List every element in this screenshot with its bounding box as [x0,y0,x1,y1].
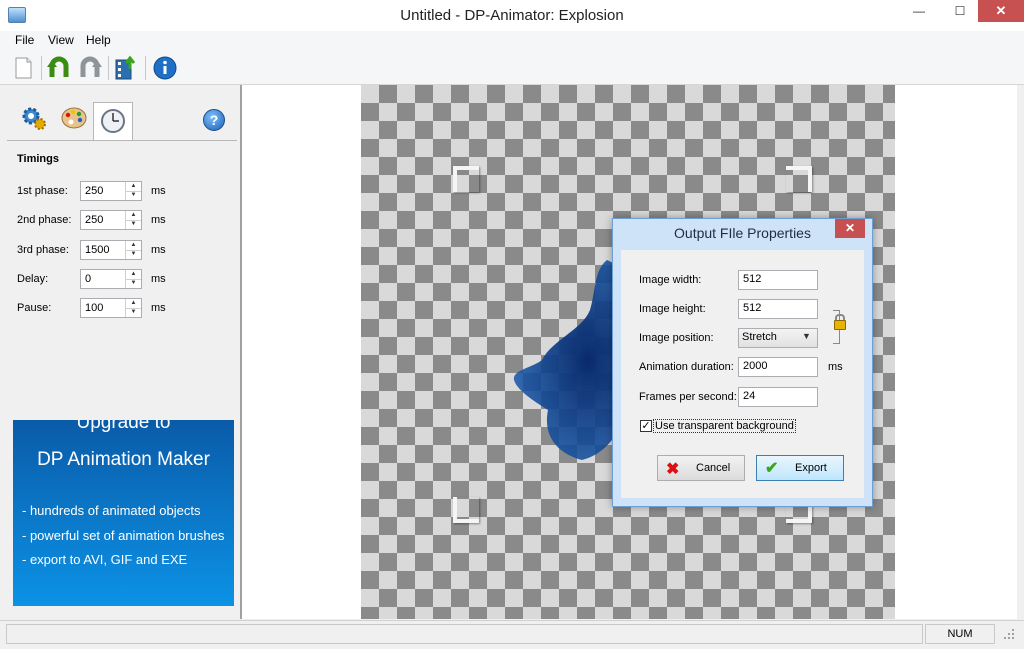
spinner-down-icon[interactable]: ▼ [126,250,141,259]
animation-duration-input[interactable]: 2000 [738,357,818,377]
tab-divider [7,140,237,141]
dialog-body: Image width: 512 Image height: 512 Image… [621,250,864,498]
image-width-input[interactable]: 512 [738,270,818,290]
3rd-phase-input[interactable] [81,241,129,259]
image-width-label: Image width: [639,274,702,286]
spinner-down-icon[interactable]: ▼ [126,279,141,288]
cancel-button[interactable]: ✖ Cancel [657,455,745,481]
resize-grip-icon[interactable] [1002,627,1016,641]
window-title: Untitled - DP-Animator: Explosion [400,7,624,24]
image-height-label: Image height: [639,303,706,315]
film-export-icon [115,55,136,80]
unit-label: ms [151,185,166,197]
2nd-phase-input[interactable] [81,211,129,229]
tab-settings[interactable] [19,103,57,137]
banner-feature: - export to AVI, GIF and EXE [22,552,188,567]
redo-button[interactable] [77,55,103,81]
banner-feature: - powerful set of animation brushes [22,528,225,543]
fps-input[interactable]: 24 [738,387,818,407]
dialog-close-button[interactable]: ✕ [835,219,865,238]
cancel-x-icon: ✖ [666,461,680,478]
dialog-title: Output FIle Properties [674,225,811,241]
section-title: Timings [17,153,59,165]
title-bar: Untitled - DP-Animator: Explosion — ☐ ✕ [0,0,1024,32]
pause-spinner[interactable]: ▲▼ [80,298,142,318]
1st-phase-spinner[interactable]: ▲▼ [80,181,142,201]
toolbar-separator [108,56,109,80]
unit-label: ms [151,244,166,256]
1st-phase-input[interactable] [81,182,129,200]
toolbar-separator [145,56,146,80]
unit-label: ms [151,302,166,314]
checkmark-icon: ✔ [765,460,779,477]
undo-button[interactable] [46,55,72,81]
3rd-phase-spinner[interactable]: ▲▼ [80,240,142,260]
row-label-delay: Delay: [17,273,49,285]
export-label: Export [795,462,827,474]
redo-icon [80,56,102,77]
settings-panel: ? Timings 1st phase: ▲▼ ms 2nd phase: ▲▼… [7,85,241,619]
unit-label: ms [151,273,166,285]
transparent-bg-label[interactable]: Use transparent background [653,419,796,433]
unit-label: ms [151,214,166,226]
banner-feature: - hundreds of animated objects [22,503,201,518]
image-height-input[interactable]: 512 [738,299,818,319]
upgrade-banner[interactable]: Upgrade to DP Animation Maker - hundreds… [13,420,234,606]
num-lock-indicator: NUM [925,624,995,644]
menu-bar: File View Help [0,31,1024,51]
new-document-icon [15,57,32,79]
crop-corner-handle[interactable] [453,497,479,523]
maximize-button[interactable]: ☐ [945,0,975,22]
pause-input[interactable] [81,299,129,317]
close-window-button[interactable]: ✕ [978,0,1024,22]
palette-icon [61,107,87,129]
toolbar [0,51,1024,85]
spinner-down-icon[interactable]: ▼ [126,191,141,200]
info-icon [153,56,177,80]
output-file-properties-dialog: Output FIle Properties ✕ Image width: 51… [612,218,873,507]
spinner-down-icon[interactable]: ▼ [126,220,141,229]
export-animation-button[interactable] [113,55,139,81]
menu-file[interactable]: File [15,33,34,47]
crop-corner-handle[interactable] [786,166,812,192]
tab-colors[interactable] [59,103,97,137]
toolbar-separator [41,56,42,80]
gears-icon [22,107,46,130]
cancel-label: Cancel [696,462,731,474]
crop-corner-handle[interactable] [453,166,479,192]
2nd-phase-spinner[interactable]: ▲▼ [80,210,142,230]
row-label-1st-phase: 1st phase: [17,185,68,197]
undo-icon [47,56,69,77]
row-label-pause: Pause: [17,302,52,314]
image-position-label: Image position: [639,332,714,344]
banner-heading: Upgrade to [76,420,171,433]
row-label-3rd-phase: 3rd phase: [17,244,69,256]
transparent-bg-checkbox[interactable]: ✓ [640,420,652,432]
duration-unit: ms [828,361,843,373]
animation-duration-label: Animation duration: [639,361,734,373]
menu-view[interactable]: View [48,33,74,47]
lock-icon[interactable] [834,320,846,330]
status-bar: NUM [0,620,1024,649]
new-document-button[interactable] [10,55,36,81]
delay-input[interactable] [81,270,129,288]
menu-help[interactable]: Help [86,33,111,47]
banner-product: DP Animation Maker [37,449,210,470]
chevron-down-icon[interactable]: ▼ [802,331,811,341]
status-pane [6,624,923,644]
fps-label: Frames per second: [639,391,737,403]
row-label-2nd-phase: 2nd phase: [17,214,72,226]
spinner-down-icon[interactable]: ▼ [126,308,141,317]
about-button[interactable] [152,55,178,81]
clock-icon [101,109,125,133]
help-icon[interactable]: ? [203,109,225,131]
delay-spinner[interactable]: ▲▼ [80,269,142,289]
minimize-button[interactable]: — [904,0,934,22]
tab-timings[interactable] [93,102,133,141]
export-button[interactable]: ✔ Export [756,455,844,481]
